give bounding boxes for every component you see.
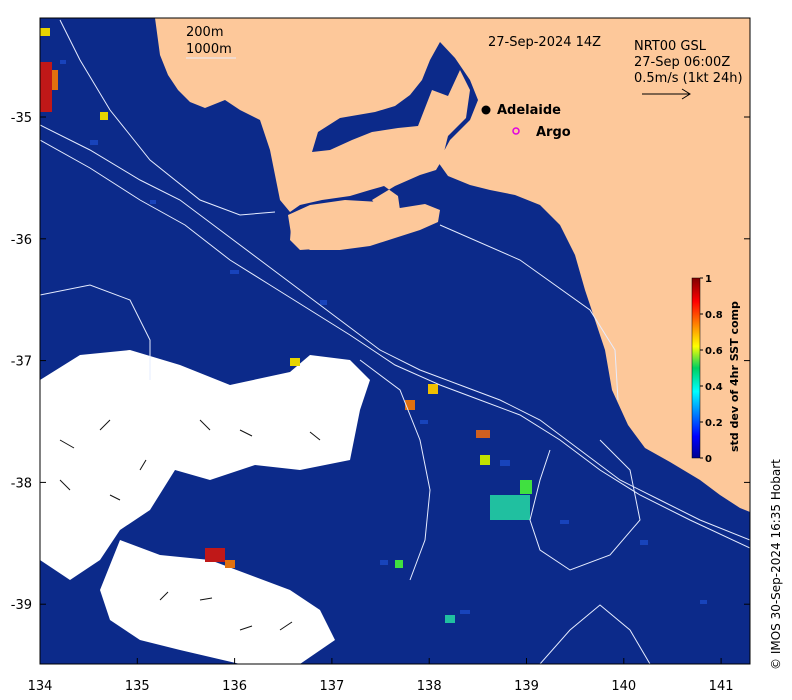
product-label: NRT00 GSL: [634, 39, 707, 54]
colorbar-tick-label: 0.8: [705, 310, 723, 321]
y-tick-label: -35: [11, 111, 32, 126]
x-tick-label: 139: [514, 679, 539, 694]
colorbar-tick-label: 0.4: [705, 382, 723, 393]
colorbar-label: std dev of 4hr SST comp: [728, 301, 741, 452]
adelaide-label: Adelaide: [497, 103, 561, 118]
map-figure: 27-Sep-2024 14Z NRT00 GSL 27-Sep 06:00Z …: [11, 17, 783, 694]
x-tick-label: 136: [222, 679, 247, 694]
x-tick-label: 134: [28, 679, 53, 694]
credit-label: © IMOS 30-Sep-2024 16:35 Hobart: [769, 459, 783, 670]
adelaide-marker: [481, 105, 491, 115]
x-tick-label: 135: [125, 679, 150, 694]
x-tick-label: 141: [709, 679, 734, 694]
scale-label: 0.5m/s (1kt 24h): [634, 71, 743, 86]
map-area: [40, 18, 750, 664]
x-tick-label: 138: [417, 679, 442, 694]
colorbar-tick-label: 0.2: [705, 418, 723, 429]
contour-200m-label: 200m: [186, 25, 223, 40]
y-tick-label: -38: [11, 476, 32, 491]
colorbar-tick-label: 1: [705, 274, 712, 285]
colorbar: [691, 277, 701, 459]
argo-label: Argo: [536, 125, 571, 140]
x-tick-label: 137: [319, 679, 344, 694]
date-label: 27-Sep-2024 14Z: [488, 35, 601, 50]
y-tick-label: -36: [11, 233, 32, 248]
colorbar-tick-label: 0: [705, 454, 712, 465]
current-time-label: 27-Sep 06:00Z: [634, 55, 730, 70]
y-tick-label: -39: [11, 598, 32, 613]
x-tick-label: 140: [611, 679, 636, 694]
contour-1000m-label: 1000m: [186, 42, 232, 57]
y-tick-label: -37: [11, 355, 32, 370]
colorbar-tick-label: 0.6: [705, 346, 723, 357]
